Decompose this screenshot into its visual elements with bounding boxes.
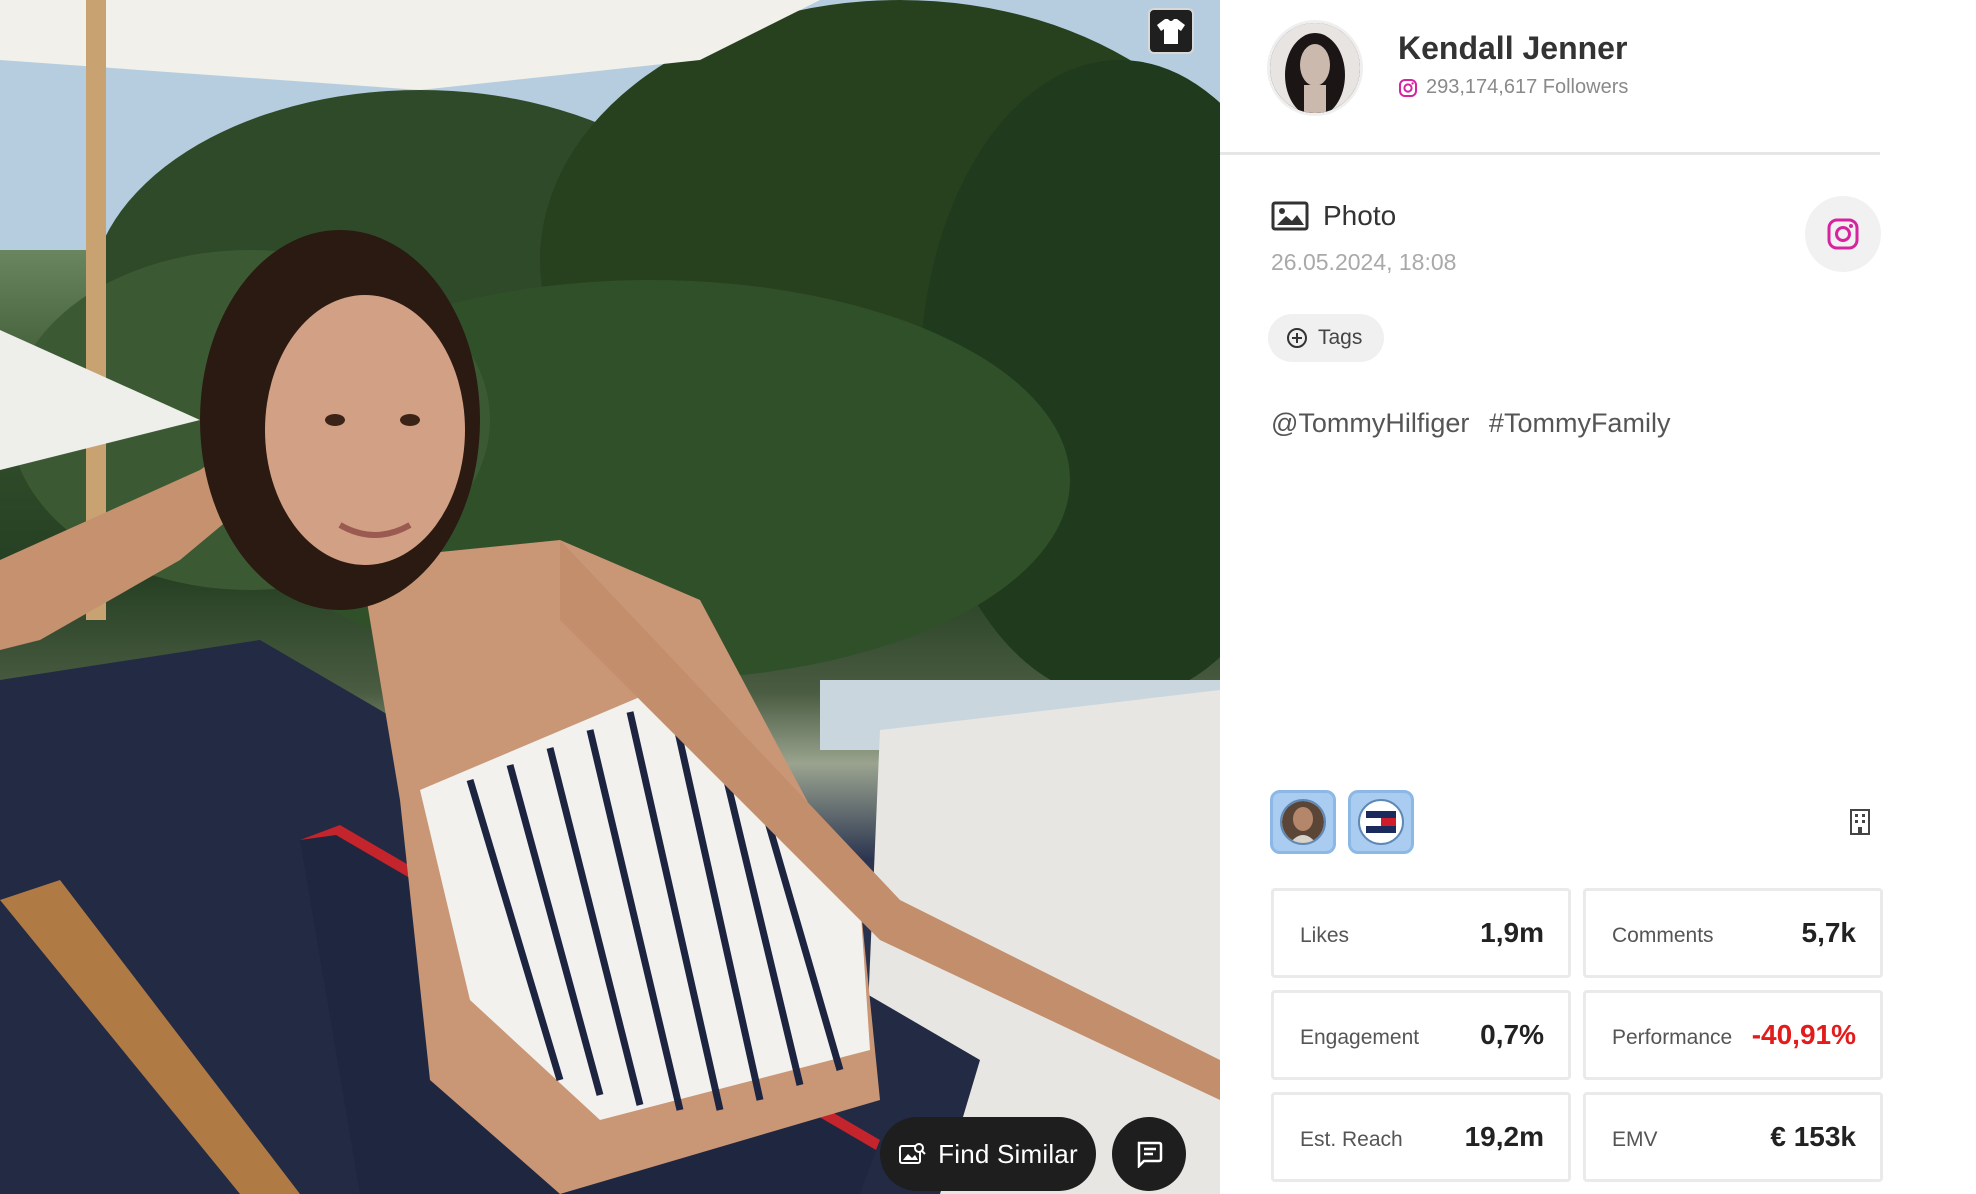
post-photo: Find Similar <box>0 0 1220 1194</box>
clothing-detect-button[interactable] <box>1148 8 1194 54</box>
stat-performance-value: -40,91% <box>1751 1019 1856 1050</box>
follower-count-text: 293,174,617 Followers <box>1426 76 1629 98</box>
photo-scene <box>0 0 1220 1194</box>
stat-engagement-label: Engagement <box>1300 1026 1420 1049</box>
stat-emv: EMV € 153k <box>1583 1092 1883 1182</box>
stat-likes: Likes 1,9m <box>1271 888 1571 978</box>
tagged-account-chip[interactable] <box>1270 790 1336 854</box>
open-instagram-button[interactable] <box>1805 196 1881 272</box>
tommy-hilfiger-logo <box>1358 799 1404 845</box>
stat-emv-value: € 153k <box>1770 1121 1856 1152</box>
find-similar-button[interactable]: Find Similar <box>880 1117 1096 1191</box>
stat-comments: Comments 5,7k <box>1583 888 1883 978</box>
instagram-icon <box>1827 218 1859 250</box>
comment-icon <box>1137 1141 1163 1168</box>
stat-engagement: Engagement 0,7% <box>1271 990 1571 1080</box>
find-similar-icon <box>899 1143 926 1164</box>
stat-comments-value: 5,7k <box>1801 917 1857 948</box>
stat-est-reach: Est. Reach 19,2m <box>1271 1092 1571 1182</box>
tshirt-icon <box>1157 19 1185 44</box>
avatar-image <box>1270 23 1360 113</box>
person-avatar-image <box>1282 801 1324 843</box>
stat-emv-label: EMV <box>1612 1128 1658 1151</box>
post-details-panel: Kendall Jenner 293,174,617 Followers Pho… <box>1220 0 1976 1194</box>
post-date: 26.05.2024, 18:08 <box>1271 249 1457 275</box>
stat-performance-label: Performance <box>1612 1026 1733 1049</box>
instagram-icon <box>1399 78 1417 97</box>
tagged-brand-chip[interactable] <box>1348 790 1414 854</box>
stat-likes-value: 1,9m <box>1480 917 1544 948</box>
find-similar-label: Find Similar <box>938 1138 1078 1169</box>
building-icon[interactable] <box>1848 808 1872 836</box>
follower-count: 293,174,617 Followers <box>1398 76 1628 99</box>
add-tags-button[interactable]: Tags <box>1268 314 1385 362</box>
tagged-account-avatar <box>1280 799 1326 845</box>
stat-comments-label: Comments <box>1612 924 1714 947</box>
stat-est-reach-label: Est. Reach <box>1300 1128 1403 1151</box>
add-circle-icon <box>1287 328 1307 348</box>
avatar[interactable] <box>1267 20 1363 116</box>
post-type-label: Photo <box>1323 200 1397 231</box>
brand-flag-icon <box>1366 811 1396 833</box>
stat-performance: Performance -40,91% <box>1583 990 1883 1080</box>
image-icon <box>1271 201 1309 231</box>
tags-label: Tags <box>1318 326 1363 349</box>
comments-button[interactable] <box>1112 1117 1186 1191</box>
stat-likes-label: Likes <box>1300 924 1350 947</box>
post-type: Photo <box>1271 200 1396 232</box>
post-caption: @TommyHilfiger #TommyFamily <box>1271 408 1671 438</box>
stat-engagement-value: 0,7% <box>1480 1019 1544 1050</box>
influencer-name[interactable]: Kendall Jenner <box>1398 30 1627 67</box>
header-divider <box>1220 152 1880 155</box>
stat-est-reach-value: 19,2m <box>1464 1121 1544 1152</box>
